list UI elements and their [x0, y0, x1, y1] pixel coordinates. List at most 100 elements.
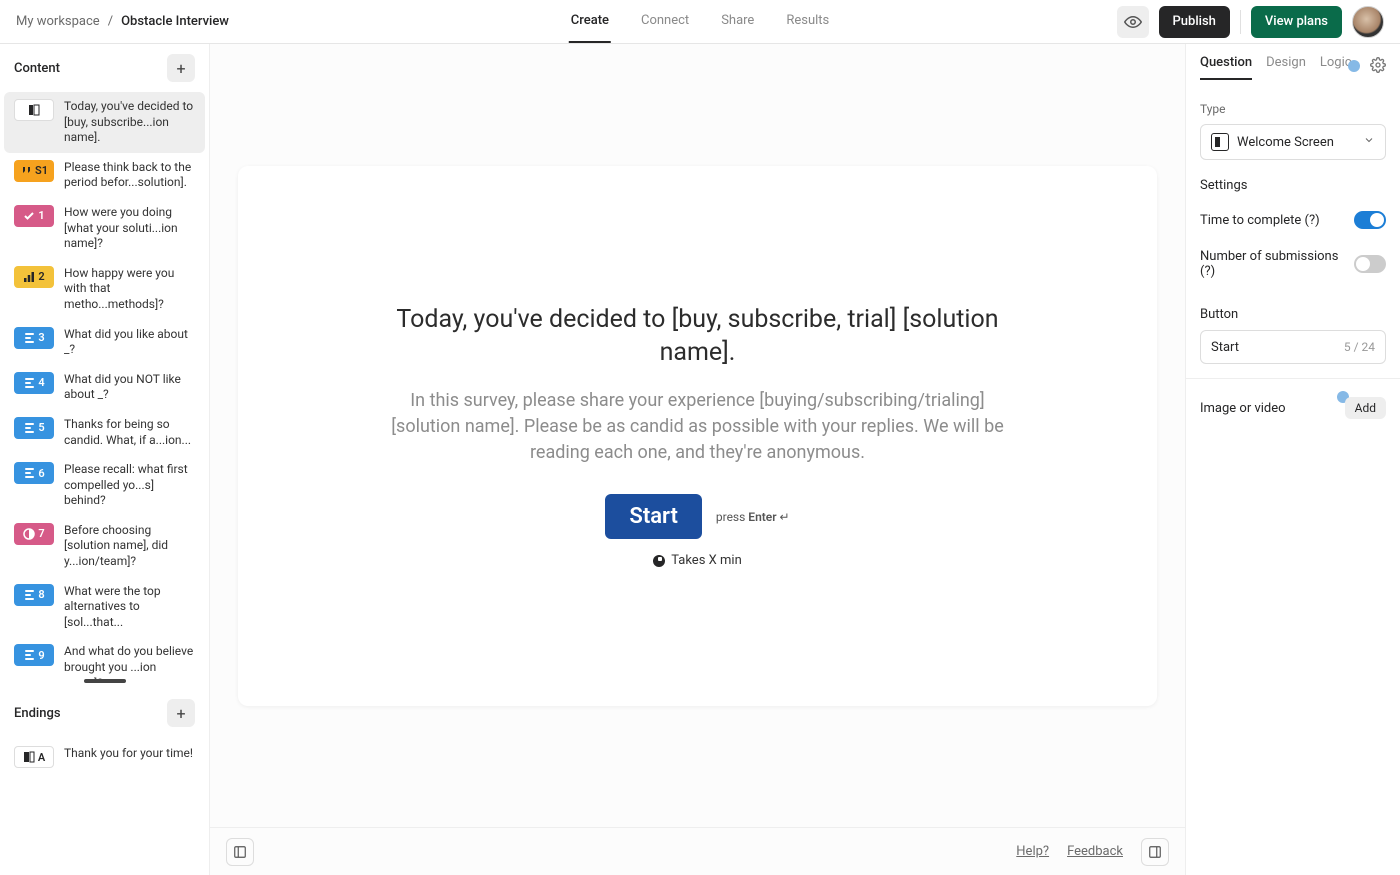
ending-badge: A: [14, 746, 54, 768]
feedback-link[interactable]: Feedback: [1067, 844, 1123, 859]
main-shell: Content + Today, you've decided to [buy,…: [0, 44, 1400, 875]
view-plans-button[interactable]: View plans: [1251, 6, 1342, 38]
number-of-submissions-label: Number of submissions (?): [1200, 249, 1354, 279]
divider: [1186, 378, 1400, 379]
sidebar-item-question[interactable]: 2 How happy were you with that metho...me…: [4, 259, 205, 320]
ending-badge-letter: A: [38, 751, 45, 764]
question-number: 2: [38, 270, 44, 283]
time-to-complete-toggle[interactable]: [1354, 211, 1386, 229]
thankyou-icon: [23, 751, 35, 763]
sidebar: Content + Today, you've decided to [buy,…: [0, 44, 210, 875]
add-question-button[interactable]: +: [167, 54, 195, 82]
question-type-icon: [23, 649, 35, 661]
setting-time-to-complete: Time to complete (?): [1200, 201, 1386, 239]
question-type-badge: 3: [14, 327, 54, 349]
press-key: Enter: [748, 510, 776, 524]
hint-dot-icon: [1348, 60, 1360, 72]
start-button[interactable]: Start: [605, 494, 701, 539]
type-label: Type: [1200, 102, 1386, 116]
number-of-submissions-toggle[interactable]: [1354, 255, 1386, 273]
question-number: 7: [38, 527, 44, 540]
breadcrumb-workspace[interactable]: My workspace: [16, 14, 100, 29]
question-number: 8: [38, 588, 44, 601]
question-number: 6: [38, 467, 44, 480]
button-section: Button Start 5 / 24: [1200, 307, 1386, 364]
canvas-card[interactable]: Today, you've decided to [buy, subscribe…: [238, 166, 1157, 706]
breadcrumb-project[interactable]: Obstacle Interview: [121, 14, 229, 29]
collapse-right-button[interactable]: [1141, 838, 1169, 866]
button-text-value: Start: [1211, 340, 1239, 355]
gear-icon: [1370, 57, 1386, 73]
question-type-badge: 8: [14, 584, 54, 606]
press-suffix: ↵: [777, 510, 790, 524]
chevron-down-icon: [1363, 134, 1375, 150]
endings-title: Endings: [14, 706, 61, 721]
help-link[interactable]: Help?: [1016, 844, 1049, 859]
scroll-indicator: [84, 679, 126, 683]
sidebar-item-question[interactable]: Today, you've decided to [buy, subscribe…: [4, 92, 205, 153]
question-type-icon: [23, 210, 35, 222]
question-type-icon: [28, 104, 40, 116]
panel-right-icon: [1148, 845, 1162, 859]
question-title-text: What did you NOT like about _?: [64, 372, 195, 403]
sidebar-item-question[interactable]: 8What were the top alternatives to [sol.…: [4, 577, 205, 638]
press-enter-hint: press Enter ↵: [716, 510, 790, 524]
publish-button[interactable]: Publish: [1159, 6, 1230, 38]
sidebar-item-question[interactable]: 9 And what do you believe brought you ...…: [4, 637, 205, 679]
tab-create[interactable]: Create: [569, 0, 611, 43]
takes-text: Takes X min: [671, 553, 742, 568]
footer-right: Help? Feedback: [1016, 838, 1169, 866]
question-type-icon: [23, 377, 35, 389]
add-media-button[interactable]: Add: [1345, 397, 1386, 419]
welcome-description[interactable]: In this survey, please share your experi…: [388, 388, 1008, 466]
question-title-text: How happy were you with that metho...met…: [64, 266, 195, 313]
sidebar-item-question[interactable]: 5Thanks for being so candid. What, if a.…: [4, 410, 205, 455]
tab-share[interactable]: Share: [719, 0, 756, 43]
type-value-text: Welcome Screen: [1237, 135, 1334, 150]
tab-results[interactable]: Results: [784, 0, 831, 43]
divider: [1240, 10, 1241, 34]
rtab-design[interactable]: Design: [1266, 55, 1306, 80]
button-text-input[interactable]: Start 5 / 24: [1200, 330, 1386, 364]
avatar[interactable]: [1352, 6, 1384, 38]
tab-connect[interactable]: Connect: [639, 0, 691, 43]
button-section-label: Button: [1200, 307, 1386, 322]
collapse-left-button[interactable]: [226, 838, 254, 866]
rtab-question[interactable]: Question: [1200, 55, 1252, 80]
question-title-text: How were you doing [what your soluti...i…: [64, 205, 195, 252]
sidebar-item-question[interactable]: 7 Before choosing [solution name], did y.…: [4, 516, 205, 577]
question-type-badge: 5: [14, 417, 54, 439]
question-type-select[interactable]: Welcome Screen: [1200, 124, 1386, 160]
setting-number-of-submissions: Number of submissions (?): [1200, 239, 1386, 289]
sidebar-item-question[interactable]: 3What did you like about _?: [4, 320, 205, 365]
sidebar-item-question[interactable]: S1Please think back to the period befor.…: [4, 153, 205, 198]
preview-button[interactable]: [1117, 6, 1149, 38]
sidebar-item-question[interactable]: 4What did you NOT like about _?: [4, 365, 205, 410]
question-number: 9: [38, 649, 44, 662]
question-title-text: Before choosing [solution name], did y..…: [64, 523, 195, 570]
settings-gear-button[interactable]: [1370, 57, 1386, 77]
question-type-badge: 9: [14, 644, 54, 666]
question-type-icon: [23, 332, 35, 344]
settings-section: Settings Time to complete (?) Number of …: [1200, 178, 1386, 289]
welcome-title[interactable]: Today, you've decided to [buy, subscribe…: [388, 303, 1008, 371]
question-number: 1: [38, 209, 44, 222]
ending-item[interactable]: A Thank you for your time!: [4, 739, 205, 775]
question-list[interactable]: Today, you've decided to [buy, subscribe…: [0, 90, 209, 679]
breadcrumb: My workspace / Obstacle Interview: [16, 14, 229, 29]
question-title-text: And what do you believe brought you ...i…: [64, 644, 195, 679]
canvas-area: Today, you've decided to [buy, subscribe…: [210, 44, 1185, 875]
question-type-badge: 7: [14, 523, 54, 545]
endings-list: A Thank you for your time!: [0, 735, 209, 875]
question-type-icon: [23, 271, 35, 283]
sidebar-item-question[interactable]: 6Please recall: what first compelled yo.…: [4, 455, 205, 516]
canvas-wrap: Today, you've decided to [buy, subscribe…: [210, 44, 1185, 827]
question-number: S1: [35, 164, 48, 177]
breadcrumb-separator: /: [108, 14, 113, 29]
add-ending-button[interactable]: +: [167, 699, 195, 727]
sidebar-item-question[interactable]: 1 How were you doing [what your soluti...…: [4, 198, 205, 259]
rtab-logic[interactable]: Logic: [1320, 55, 1352, 80]
question-type-icon: [23, 422, 35, 434]
question-type-icon: [23, 528, 35, 540]
time-to-complete-display: Takes X min: [388, 553, 1008, 568]
